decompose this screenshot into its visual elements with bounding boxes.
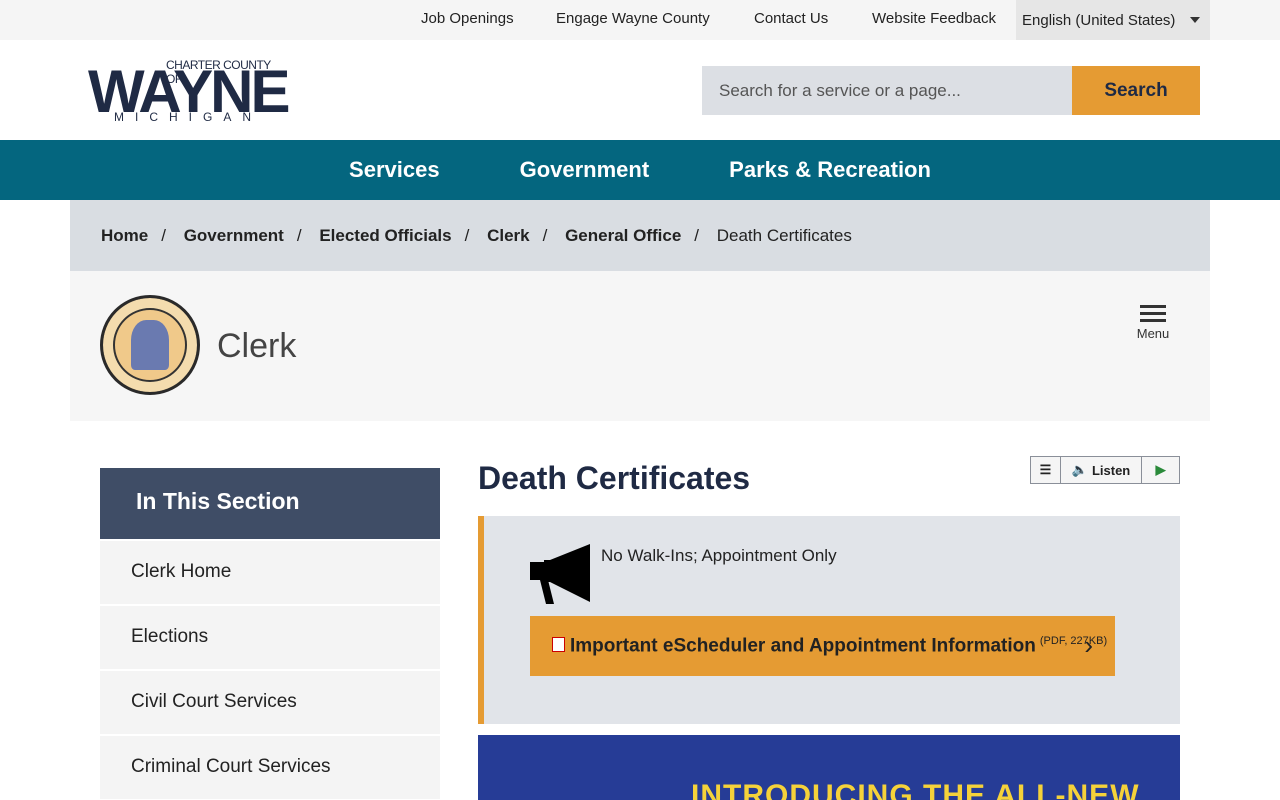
banner-text: INTRODUCING THE ALL-NEW: [691, 779, 1140, 800]
county-seal-icon: [100, 295, 200, 395]
promo-banner[interactable]: INTRODUCING THE ALL-NEW: [478, 735, 1180, 800]
listen-label: Listen: [1091, 462, 1131, 478]
menu-button[interactable]: Menu: [1136, 305, 1170, 341]
main-nav: Services Government Parks & Recreation: [0, 140, 1280, 200]
pdf-link-label: Important eScheduler and Appointment Inf…: [570, 635, 1036, 657]
utility-bar: Job Openings Engage Wayne County Contact…: [0, 0, 1280, 40]
language-value: English (United States): [1022, 12, 1176, 29]
website-feedback-link[interactable]: Website Feedback: [872, 10, 996, 27]
logo-michigan: MICHIGAN: [114, 110, 262, 124]
sidebar-item-elections[interactable]: Elections: [100, 606, 440, 669]
section-sidebar: In This Section Clerk Home Elections Civ…: [100, 468, 440, 799]
page-title: Death Certificates: [478, 460, 751, 496]
breadcrumb: Home / Government / Elected Officials / Cle…: [70, 200, 1210, 271]
readspeaker-widget: ☰ 🔈 Listen ▶: [1030, 456, 1180, 484]
sidebar-item-civil-court[interactable]: Civil Court Services: [100, 671, 440, 734]
escheduler-pdf-link[interactable]: Important eScheduler and Appointment Inf…: [530, 616, 1115, 676]
pdf-icon: [552, 637, 565, 653]
job-openings-link[interactable]: Job Openings: [421, 10, 514, 27]
speaker-icon: 🔈: [1071, 462, 1088, 477]
breadcrumb-current: Death Certificates: [716, 226, 852, 245]
megaphone-icon: [530, 544, 590, 604]
sidebar-item-clerk-home[interactable]: Clerk Home: [100, 541, 440, 604]
alert-text: No Walk-Ins; Appointment Only: [601, 546, 837, 565]
play-button[interactable]: ▶: [1142, 457, 1179, 483]
alert-box: No Walk-Ins; Appointment Only Important …: [478, 516, 1180, 724]
chevron-right-icon: ›: [1084, 630, 1093, 660]
sidebar-item-criminal-court[interactable]: Criminal Court Services: [100, 736, 440, 799]
language-select[interactable]: English (United States): [1016, 0, 1210, 40]
breadcrumb-general-office[interactable]: General Office: [565, 226, 681, 245]
hamburger-icon: [1140, 305, 1166, 308]
breadcrumb-elected-officials[interactable]: Elected Officials: [319, 226, 451, 245]
breadcrumb-home[interactable]: Home: [101, 226, 148, 245]
menu-label: Menu: [1136, 326, 1170, 341]
sidebar-title: In This Section: [100, 468, 440, 539]
readspeaker-menu-button[interactable]: ☰: [1031, 457, 1061, 483]
wayne-county-logo[interactable]: CHARTER COUNTY OF WAYNE MICHIGAN: [88, 56, 291, 126]
breadcrumb-government[interactable]: Government: [184, 226, 284, 245]
listen-button[interactable]: 🔈 Listen: [1061, 457, 1143, 483]
pdf-meta: (PDF, 227KB): [1039, 635, 1108, 647]
nav-services[interactable]: Services: [349, 157, 440, 183]
department-header: Clerk Menu: [70, 271, 1210, 421]
breadcrumb-clerk[interactable]: Clerk: [487, 226, 530, 245]
nav-government[interactable]: Government: [520, 157, 650, 183]
nav-parks-recreation[interactable]: Parks & Recreation: [729, 157, 931, 183]
caret-down-icon: [1190, 17, 1200, 23]
header: CHARTER COUNTY OF WAYNE MICHIGAN Search: [0, 40, 1280, 140]
engage-link[interactable]: Engage Wayne County: [556, 10, 710, 27]
department-name: Clerk: [217, 327, 297, 365]
contact-us-link[interactable]: Contact Us: [754, 10, 828, 27]
play-icon: ▶: [1155, 462, 1166, 477]
search-button[interactable]: Search: [1072, 66, 1200, 115]
hamburger-icon: ☰: [1039, 462, 1052, 477]
search-input[interactable]: [702, 66, 1072, 115]
